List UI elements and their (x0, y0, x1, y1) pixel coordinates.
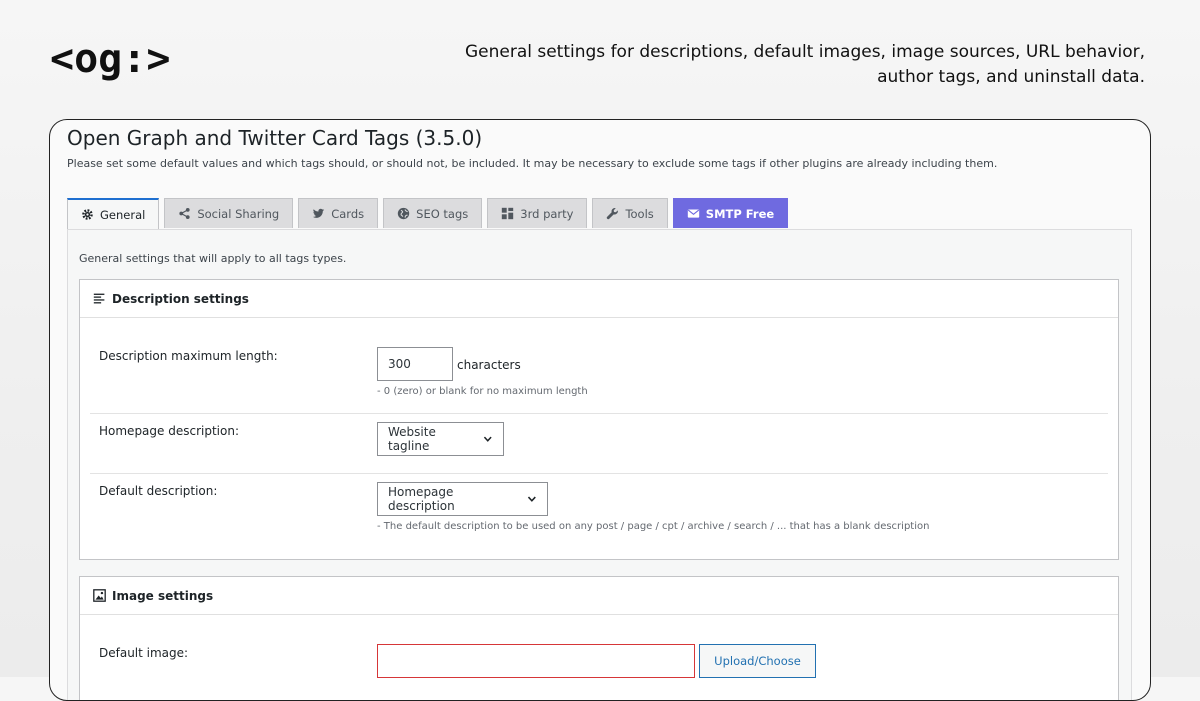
default-image-label: Default image: (99, 646, 189, 660)
max-length-label: Description maximum length: (99, 349, 278, 363)
globe-icon (397, 207, 410, 220)
chevron-down-icon (484, 436, 493, 442)
tab-social-sharing[interactable]: Social Sharing (164, 198, 294, 228)
default-description-select[interactable]: Homepage description (377, 482, 548, 516)
tab-cards[interactable]: Cards (298, 198, 379, 228)
mail-icon (687, 209, 699, 218)
max-length-hint: - 0 (zero) or blank for no maximum lengt… (377, 386, 588, 397)
share-icon (179, 207, 190, 220)
tab-label: Cards (331, 206, 365, 221)
description-settings-box: Description settings Description maximum… (79, 279, 1119, 560)
row-divider (90, 473, 1108, 474)
image-icon (93, 589, 106, 602)
image-settings-box: Image settings Default image: Upload/Cho… (79, 576, 1119, 700)
default-image-row: Default image: Upload/Choose (90, 637, 1108, 697)
max-length-input[interactable]: 300 (377, 347, 453, 381)
tab-3rd-party[interactable]: 3rd party (487, 198, 588, 228)
screenshot-frame: Open Graph and Twitter Card Tags (3.5.0)… (49, 119, 1151, 701)
tab-label: SEO tags (416, 206, 469, 221)
tab-label: Tools (625, 206, 654, 221)
settings-tabs: General Social Sharing Cards SEO tags 3r… (67, 198, 793, 229)
default-description-row: Default description: Homepage descriptio… (90, 480, 1108, 550)
upload-choose-button[interactable]: Upload/Choose (699, 644, 816, 678)
section-title: Description settings (112, 291, 249, 306)
tab-seo-tags[interactable]: SEO tags (383, 198, 483, 228)
default-image-input[interactable] (377, 644, 695, 678)
max-length-unit: characters (457, 358, 521, 372)
gear-icon (82, 209, 93, 220)
select-value: Homepage description (388, 485, 455, 513)
row-divider (90, 413, 1108, 414)
homepage-description-row: Homepage description: Website tagline (90, 420, 1108, 472)
image-settings-header: Image settings (80, 577, 1118, 615)
default-description-label: Default description: (99, 484, 218, 498)
tab-label: 3rd party (520, 206, 574, 221)
general-panel: General settings that will apply to all … (67, 229, 1132, 700)
description-settings-header: Description settings (80, 280, 1118, 318)
max-length-row: Description maximum length: 300 characte… (90, 340, 1108, 410)
homepage-description-label: Homepage description: (99, 424, 239, 438)
tab-label: General (100, 207, 146, 222)
tab-general[interactable]: General (67, 198, 160, 229)
chevron-down-icon (528, 496, 537, 502)
header-tagline: General settings for descriptions, defau… (464, 42, 1145, 87)
og-logo: <og:> (50, 36, 171, 82)
tab-tools[interactable]: Tools (592, 198, 668, 228)
tab-label: SMTP Free (705, 206, 775, 221)
wrench-icon (607, 208, 619, 220)
section-title: Image settings (112, 588, 214, 603)
tab-smtp-free[interactable]: SMTP Free (672, 198, 789, 228)
twitter-bird-icon (313, 208, 325, 218)
default-description-hint: - The default description to be used on … (377, 521, 930, 532)
grid-icon (502, 207, 514, 220)
panel-intro: General settings that will apply to all … (79, 252, 347, 265)
tab-label: Social Sharing (197, 206, 280, 221)
select-value: Website tagline (388, 425, 436, 453)
text-align-left-icon (93, 293, 105, 304)
page-description: Please set some default values and which… (67, 157, 998, 170)
page-title: Open Graph and Twitter Card Tags (3.5.0) (67, 126, 483, 150)
homepage-description-select[interactable]: Website tagline (377, 422, 504, 456)
